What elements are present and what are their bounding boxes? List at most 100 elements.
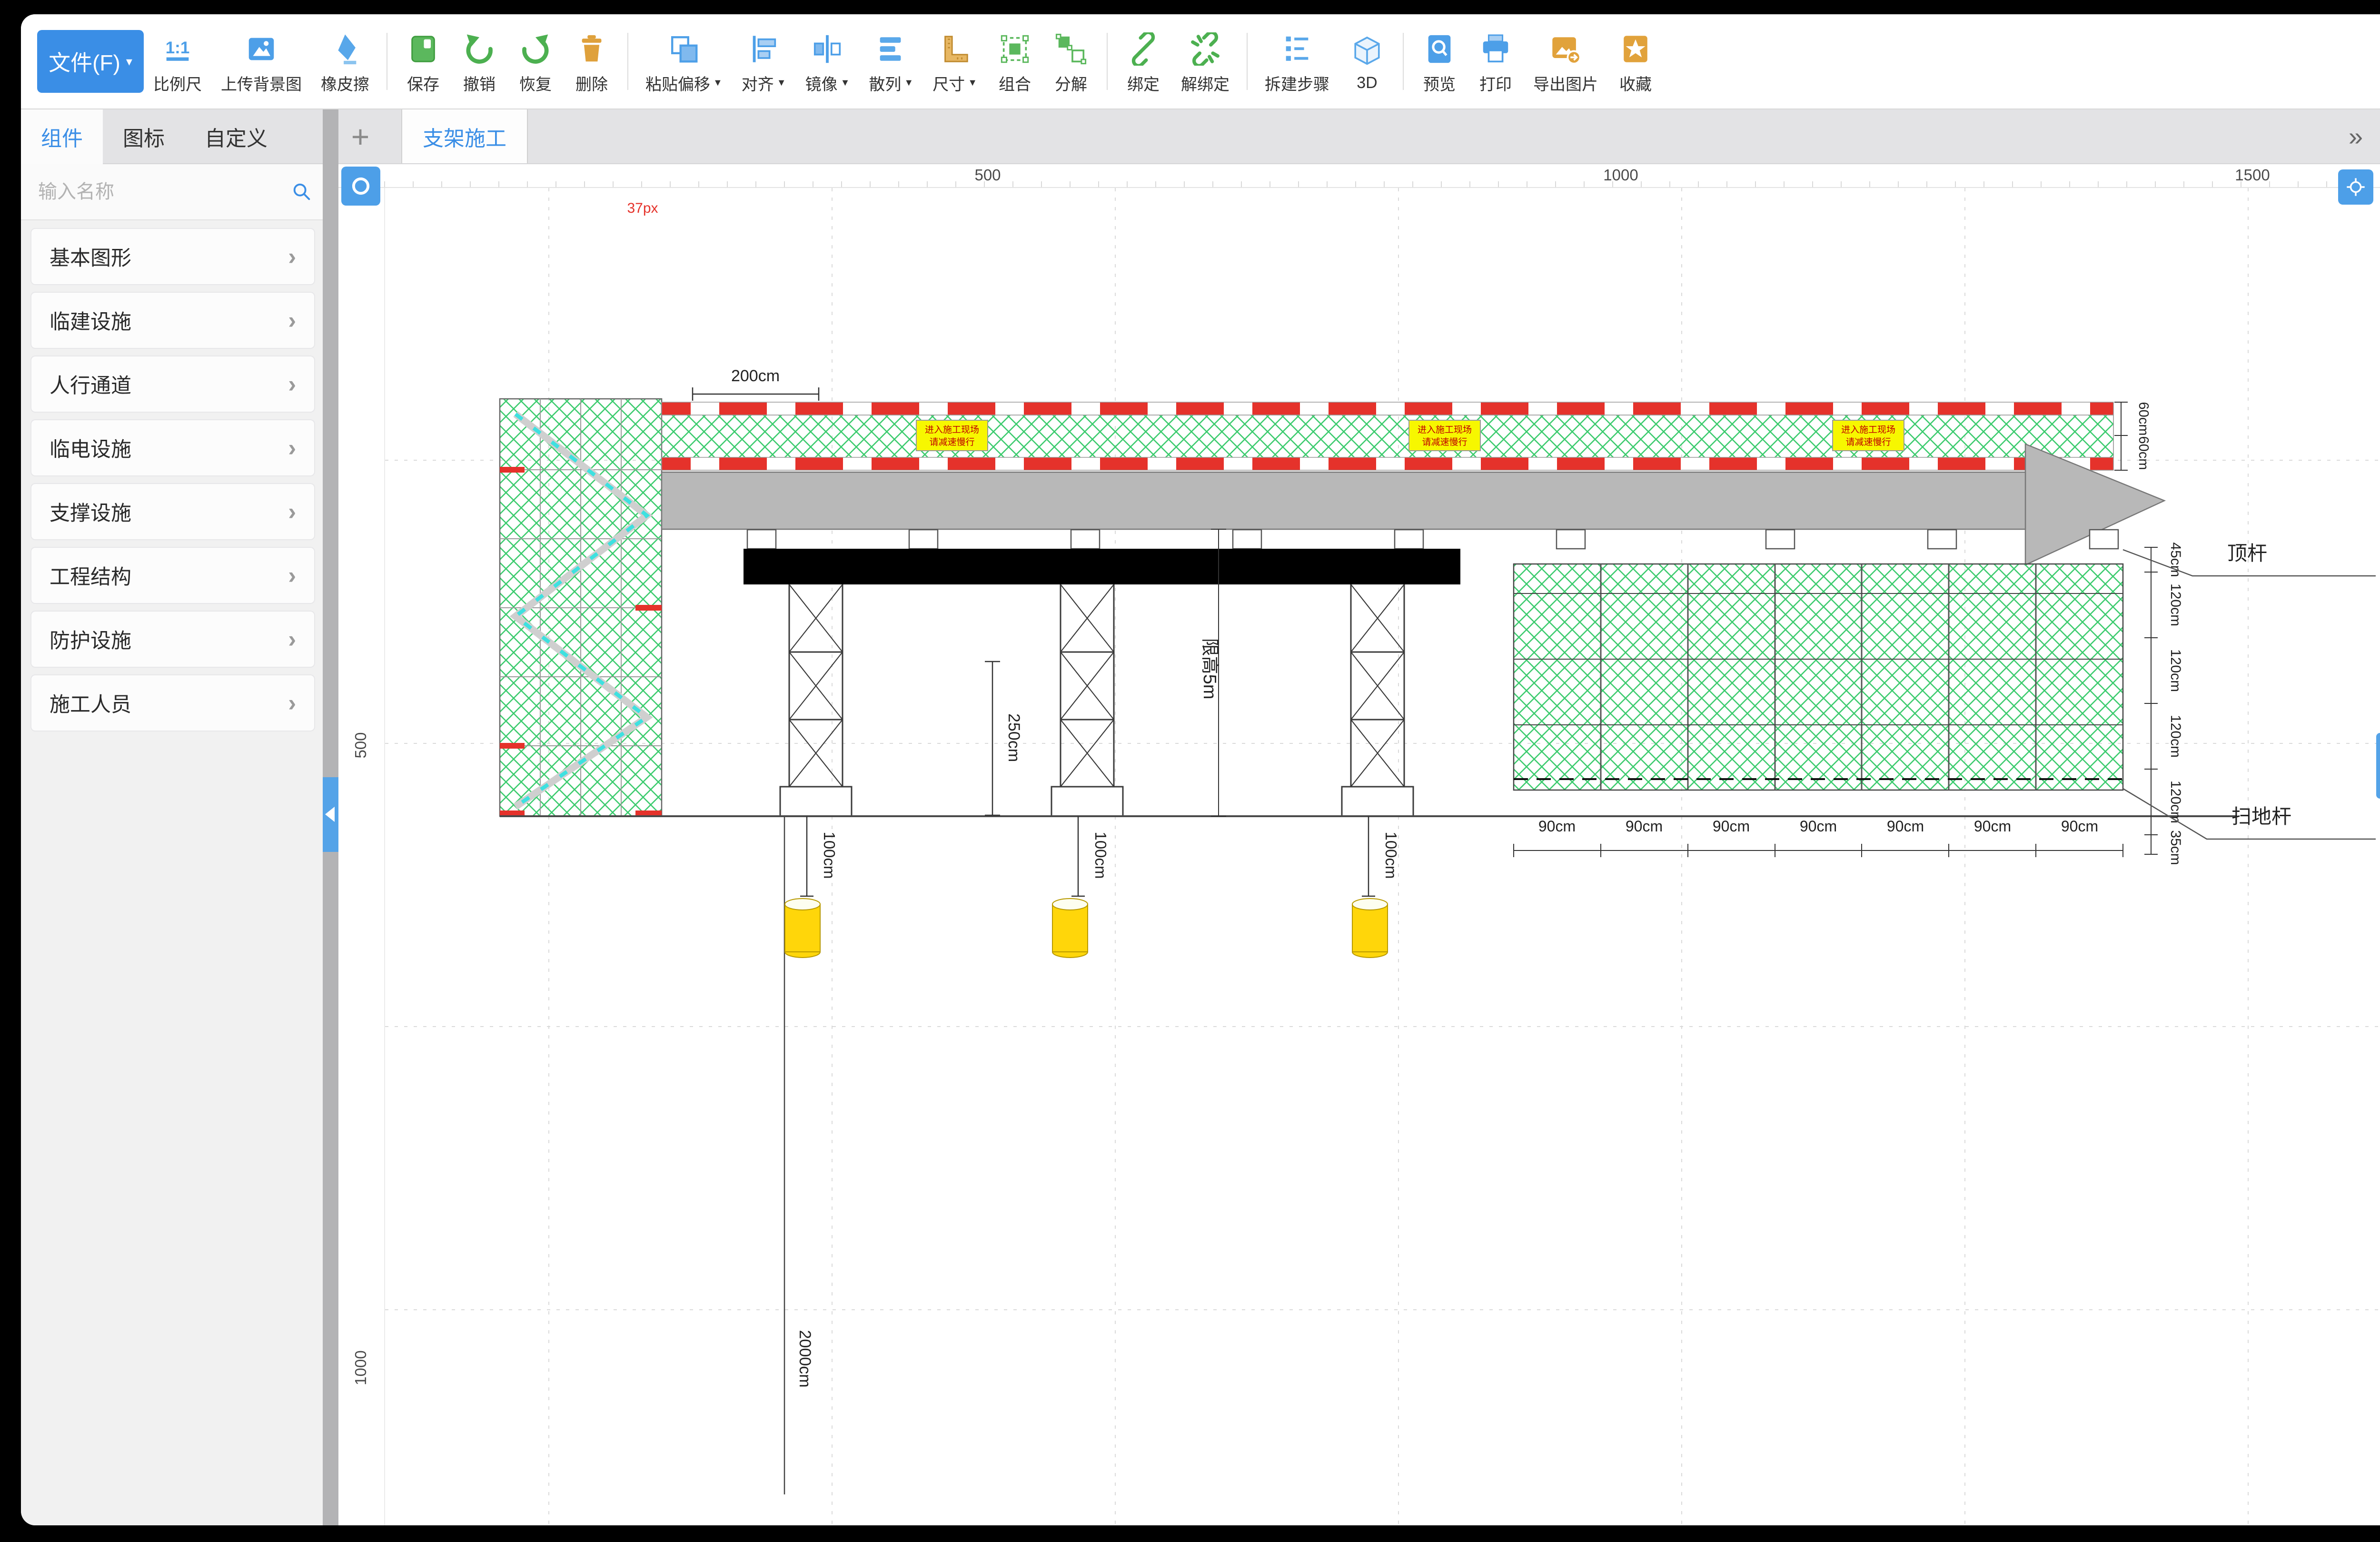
collapse-panel-handle[interactable]: [2376, 733, 2380, 799]
dropdown-arrow-icon: ▼: [713, 78, 723, 89]
view-3d-button[interactable]: 3D: [1339, 19, 1395, 104]
stair-tower[interactable]: [500, 399, 662, 816]
sidebar-canvas-divider[interactable]: [323, 109, 338, 1525]
scaffold-mesh-wall[interactable]: [1514, 564, 2123, 790]
ruler-origin-button[interactable]: [341, 167, 380, 206]
chevron-right-icon: ›: [288, 370, 296, 398]
file-menu-label: 文件(F): [49, 46, 120, 77]
scale-1-1-icon: 1:1: [161, 29, 194, 66]
search-input[interactable]: [38, 181, 283, 203]
eraser-button[interactable]: 橡皮擦: [311, 19, 379, 104]
paste-offset-button[interactable]: 粘贴偏移▼: [636, 19, 732, 104]
foundation-cylinders[interactable]: [785, 899, 1388, 958]
printer-icon: [1479, 29, 1512, 66]
ruler-label: 1000: [1603, 166, 1638, 184]
ungroup-button[interactable]: 分解: [1043, 19, 1099, 104]
toolbar-separator: [1247, 33, 1248, 90]
warning-sign: 进入施工现场 请减速慢行: [1409, 420, 1480, 451]
redo-button[interactable]: 恢复: [507, 19, 564, 104]
file-menu-button[interactable]: 文件(F) ▾: [37, 30, 144, 93]
svg-text:90cm: 90cm: [1713, 818, 1750, 835]
cube-3d-icon: [1350, 31, 1384, 68]
svg-text:90cm: 90cm: [1887, 818, 1924, 835]
link-icon: [1127, 29, 1160, 66]
favorite-button[interactable]: 收藏: [1607, 19, 1664, 104]
distribute-icon: [874, 29, 908, 66]
svg-text:100cm: 100cm: [1382, 831, 1400, 879]
unbind-button[interactable]: 解绑定: [1171, 19, 1239, 104]
double-chevron-icon[interactable]: »: [2349, 122, 2363, 151]
sidebar-item-pedestrian-passage[interactable]: 人行通道›: [30, 356, 315, 413]
svg-text:90cm: 90cm: [1800, 818, 1837, 835]
svg-text:请减速慢行: 请减速慢行: [929, 437, 974, 447]
group-button[interactable]: 组合: [987, 19, 1043, 104]
safety-barrier[interactable]: 进入施工现场 请减速慢行 进入施工现场 请减速慢行 进入施工现场 请减速慢行: [662, 402, 2113, 470]
fit-to-screen-button[interactable]: [2338, 169, 2373, 205]
dropdown-arrow-icon: ▼: [841, 78, 850, 89]
app-window: 文件(F) ▾ 1:1 比例尺 上传背景图 橡皮擦 保存 撤销 恢复: [21, 14, 2380, 1525]
sidebar-item-temporary-facilities[interactable]: 临建设施›: [30, 292, 315, 349]
delete-button[interactable]: 删除: [564, 19, 620, 104]
caret-down-icon: ▾: [126, 54, 132, 69]
cap-beam[interactable]: [744, 549, 1460, 584]
cylinder: [1052, 899, 1088, 958]
export-image-button[interactable]: 导出图片: [1524, 19, 1607, 104]
lattice-column: [780, 584, 852, 816]
mirror-button[interactable]: 镜像▼: [796, 19, 860, 104]
toolbar-separator: [627, 33, 628, 90]
warning-sign: 进入施工现场 请减速慢行: [916, 420, 988, 451]
sidebar-tabs: 组件 图标 自定义: [21, 109, 323, 164]
sidebar-item-basic-shapes[interactable]: 基本图形›: [30, 228, 315, 285]
svg-text:请减速慢行: 请减速慢行: [1422, 437, 1467, 447]
save-icon: [407, 29, 440, 66]
align-button[interactable]: 对齐▼: [732, 19, 796, 104]
sidebar-item-protective-facilities[interactable]: 防护设施›: [30, 611, 315, 668]
svg-text:进入施工现场: 进入施工现场: [1418, 425, 1472, 435]
magnifier-icon: [1423, 29, 1456, 66]
chevron-right-icon: ›: [288, 243, 296, 270]
scale-ruler-button[interactable]: 1:1 比例尺: [144, 19, 211, 104]
undo-button[interactable]: 撤销: [451, 19, 507, 104]
bind-button[interactable]: 绑定: [1115, 19, 1171, 104]
export-image-icon: [1549, 29, 1582, 66]
upload-background-button[interactable]: 上传背景图: [211, 19, 311, 104]
ruler-ticks: [384, 181, 2380, 187]
tab-components[interactable]: 组件: [21, 109, 103, 164]
undo-icon: [463, 29, 496, 66]
svg-text:120cm: 120cm: [2168, 583, 2183, 626]
build-steps-button[interactable]: 拆建步骤: [1255, 19, 1339, 104]
svg-text:扫地杆: 扫地杆: [2231, 805, 2291, 828]
svg-text:请减速慢行: 请减速慢行: [1845, 437, 1891, 447]
distribute-button[interactable]: 散列▼: [859, 19, 923, 104]
new-document-tab-button[interactable]: +: [338, 109, 382, 163]
ruler-label: 1500: [2235, 166, 2270, 184]
drawing-canvas[interactable]: 500 1000: [338, 188, 2380, 1525]
sidebar-search: [21, 164, 323, 220]
print-button[interactable]: 打印: [1468, 19, 1524, 104]
search-icon[interactable]: [291, 181, 313, 203]
lattice-columns[interactable]: [780, 584, 1413, 816]
sidebar-item-engineering-structure[interactable]: 工程结构›: [30, 547, 315, 604]
mirror-icon: [811, 29, 844, 66]
toolbar: 文件(F) ▾ 1:1 比例尺 上传背景图 橡皮擦 保存 撤销 恢复: [21, 14, 2380, 109]
collapse-sidebar-handle[interactable]: [323, 777, 338, 852]
svg-text:2000cm: 2000cm: [796, 1330, 814, 1388]
svg-text:60cm: 60cm: [2136, 402, 2151, 436]
svg-text:100cm: 100cm: [821, 831, 838, 879]
measure-overlay-label: 37px: [627, 200, 658, 216]
tab-custom[interactable]: 自定义: [185, 109, 288, 163]
sidebar-item-temporary-power[interactable]: 临电设施›: [30, 419, 315, 476]
dropdown-arrow-icon: ▼: [968, 78, 977, 89]
dimension-button[interactable]: 尺寸▼: [923, 19, 987, 104]
document-tab-active[interactable]: 支架施工: [401, 109, 528, 163]
component-sidebar: 组件 图标 自定义 基本图形› 临建设施› 人行通道› 临电设施› 支撑设施› …: [21, 109, 323, 1525]
document-tab-bar: + 支架施工 »: [338, 109, 2380, 164]
sidebar-item-support-facilities[interactable]: 支撑设施›: [30, 483, 315, 540]
preview-button[interactable]: 预览: [1411, 19, 1468, 104]
svg-text:90cm: 90cm: [2061, 818, 2098, 835]
sidebar-item-construction-workers[interactable]: 施工人员›: [30, 674, 315, 731]
tab-icons[interactable]: 图标: [103, 109, 185, 163]
svg-text:100cm: 100cm: [1092, 831, 1110, 879]
lattice-column: [1051, 584, 1123, 816]
save-button[interactable]: 保存: [395, 19, 451, 104]
